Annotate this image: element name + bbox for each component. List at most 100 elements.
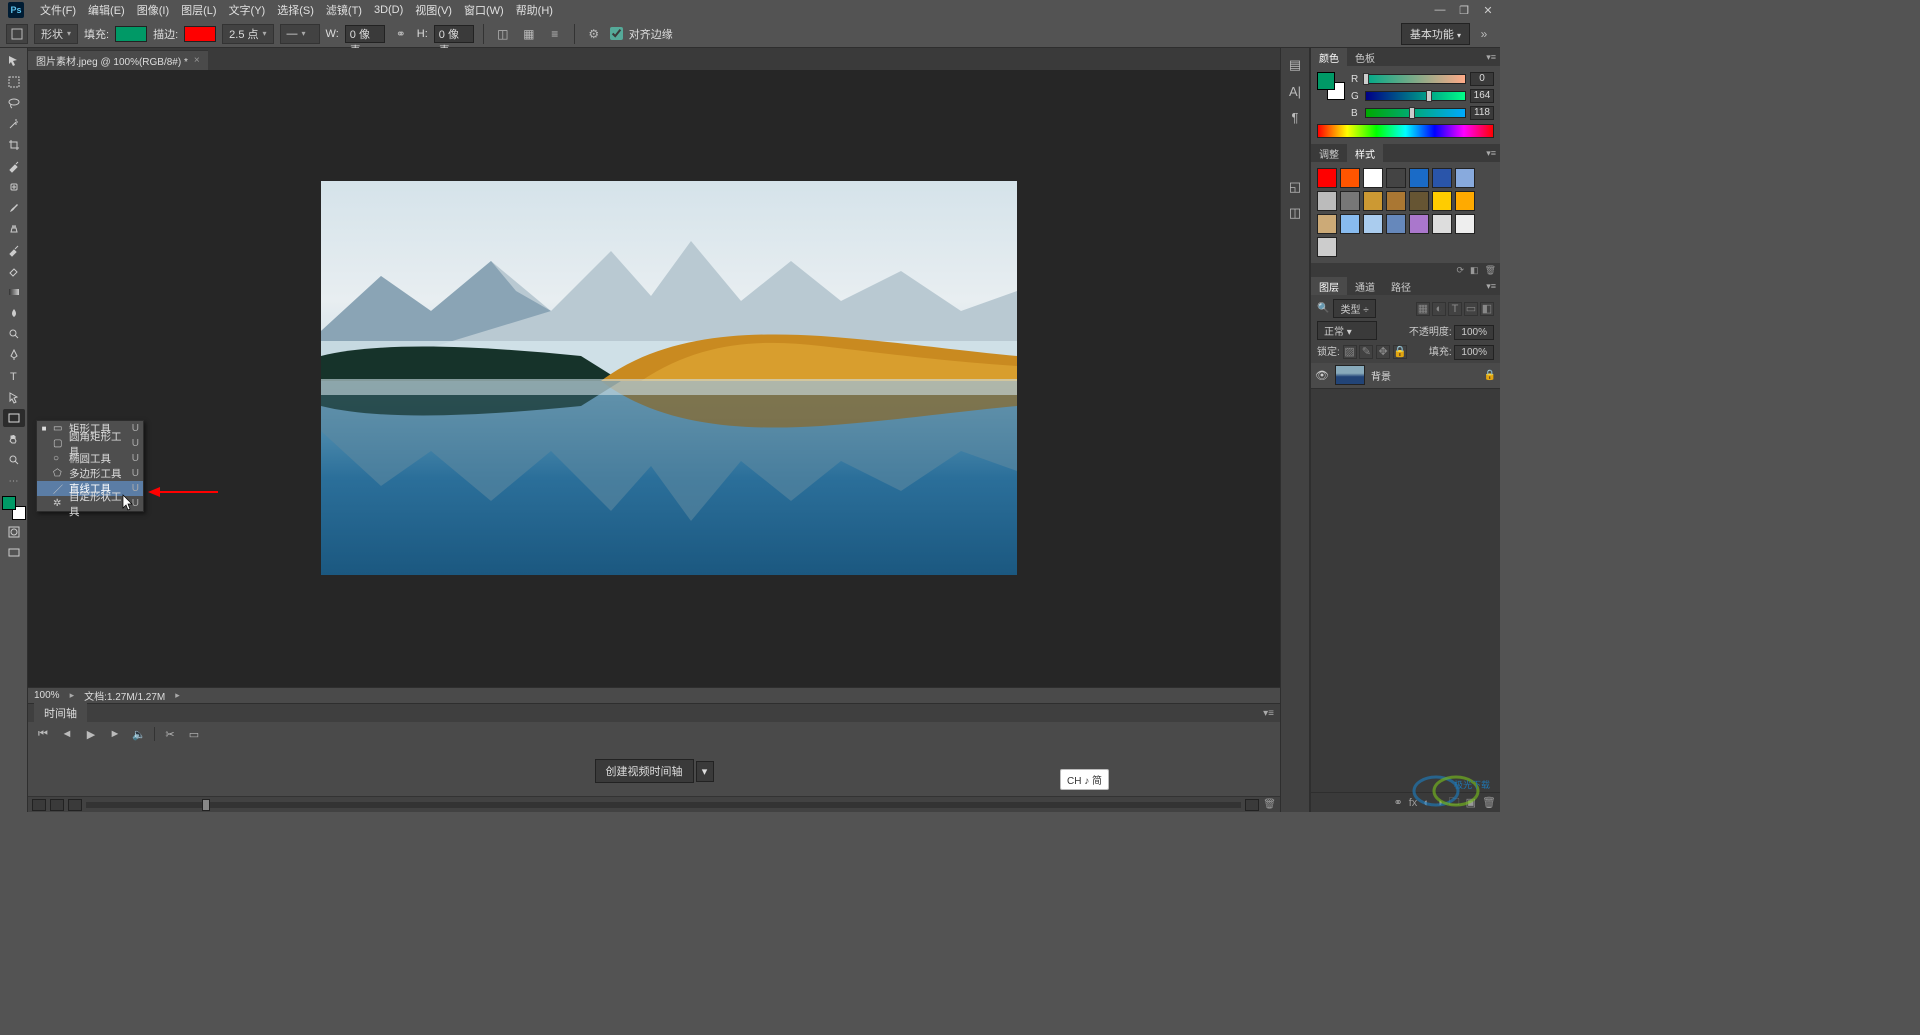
blend-mode-dropdown[interactable]: 正常 ▾ — [1317, 321, 1377, 340]
style-swatch[interactable] — [1455, 168, 1475, 188]
history-panel-icon[interactable]: ▤ — [1284, 54, 1306, 76]
style-swatch[interactable] — [1317, 237, 1337, 257]
menu-select[interactable]: 选择(S) — [271, 0, 320, 20]
move-tool[interactable] — [3, 52, 25, 70]
link-layers-icon[interactable]: ⚭ — [1394, 796, 1403, 809]
zoom-arrow-icon[interactable]: ▸ — [70, 690, 75, 701]
gear-icon[interactable]: ⚙ — [584, 25, 604, 43]
tab-paths[interactable]: 路径 — [1383, 277, 1419, 296]
flyout-rounded-rectangle-tool[interactable]: ▢ 圆角矩形工具 U — [37, 436, 143, 451]
width-input[interactable]: 0 像素 — [345, 25, 385, 43]
gradient-tool[interactable] — [3, 283, 25, 301]
filter-pixel-icon[interactable]: ▦ — [1416, 302, 1430, 316]
marquee-tool[interactable] — [3, 73, 25, 91]
style-swatch[interactable] — [1409, 168, 1429, 188]
menu-image[interactable]: 图像(I) — [131, 0, 175, 20]
menu-3d[interactable]: 3D(D) — [368, 2, 409, 18]
r-slider[interactable] — [1365, 74, 1466, 84]
tab-layers[interactable]: 图层 — [1311, 277, 1347, 296]
crop-tool[interactable] — [3, 136, 25, 154]
timeline-zoom-slider[interactable] — [86, 802, 1241, 808]
filter-type-icon[interactable]: T — [1448, 302, 1462, 316]
timeline-tab[interactable]: 时间轴 — [34, 703, 87, 723]
style-swatch[interactable] — [1317, 191, 1337, 211]
path-align-icon[interactable]: ▦ — [519, 25, 539, 43]
timeline-trash-icon[interactable]: 🗑 — [1263, 799, 1276, 810]
brush-panel-icon[interactable]: ◱ — [1284, 176, 1306, 198]
color-spectrum[interactable] — [1317, 124, 1494, 138]
quickmask-toggle[interactable] — [3, 523, 25, 541]
style-swatch[interactable] — [1386, 168, 1406, 188]
menu-layer[interactable]: 图层(L) — [175, 0, 222, 20]
timeline-footer-btn[interactable] — [32, 799, 46, 811]
collapse-panels-icon[interactable]: » — [1474, 25, 1494, 43]
paragraph-panel-icon[interactable]: ¶ — [1284, 106, 1306, 128]
panel-icon[interactable]: ◧ — [1470, 265, 1479, 276]
style-swatch[interactable] — [1455, 191, 1475, 211]
align-edges-checkbox[interactable] — [610, 27, 623, 40]
g-value[interactable]: 164 — [1470, 89, 1494, 103]
blur-tool[interactable] — [3, 304, 25, 322]
panel-icon[interactable]: 🗑 — [1485, 265, 1496, 276]
rectangle-tool[interactable] — [3, 409, 25, 427]
menu-help[interactable]: 帮助(H) — [510, 0, 559, 20]
document-tab[interactable]: 图片素材.jpeg @ 100%(RGB/8#) * × — [28, 50, 208, 70]
b-slider[interactable] — [1365, 108, 1466, 118]
flyout-polygon-tool[interactable]: ⬠ 多边形工具 U — [37, 466, 143, 481]
stroke-style-dropdown[interactable]: — — [280, 24, 320, 44]
type-tool[interactable]: T — [3, 367, 25, 385]
style-swatch[interactable] — [1340, 214, 1360, 234]
style-swatch[interactable] — [1363, 168, 1383, 188]
style-swatch[interactable] — [1432, 214, 1452, 234]
restore-button[interactable]: ❐ — [1452, 2, 1476, 18]
zoom-tool[interactable] — [3, 451, 25, 469]
path-selection-tool[interactable] — [3, 388, 25, 406]
minimize-button[interactable]: — — [1428, 2, 1452, 18]
visibility-toggle-icon[interactable]: 👁 — [1315, 369, 1329, 382]
shape-mode-dropdown[interactable]: 形状 — [34, 24, 78, 44]
style-swatch[interactable] — [1455, 214, 1475, 234]
menu-view[interactable]: 视图(V) — [409, 0, 458, 20]
hand-tool[interactable] — [3, 430, 25, 448]
filter-shape-icon[interactable]: ▭ — [1464, 302, 1478, 316]
opacity-input[interactable]: 100% — [1454, 325, 1494, 340]
menu-filter[interactable]: 滤镜(T) — [320, 0, 368, 20]
filter-smart-icon[interactable]: ◧ — [1480, 302, 1494, 316]
close-tab-icon[interactable]: × — [194, 55, 200, 66]
tab-color[interactable]: 颜色 — [1311, 48, 1347, 67]
menu-type[interactable]: 文字(Y) — [223, 0, 272, 20]
layer-filter-kind[interactable]: 类型 ÷ — [1333, 299, 1375, 318]
zoom-level[interactable]: 100% — [34, 690, 60, 701]
screenmode-toggle[interactable] — [3, 544, 25, 562]
stroke-width-dropdown[interactable]: 2.5 点 — [222, 24, 273, 44]
lasso-tool[interactable] — [3, 94, 25, 112]
style-swatch[interactable] — [1409, 214, 1429, 234]
brush-presets-panel-icon[interactable]: ◫ — [1284, 202, 1306, 224]
tab-adjustments[interactable]: 调整 — [1311, 144, 1347, 163]
timeline-prev-frame-icon[interactable]: ◄ — [58, 726, 76, 742]
panel-menu-icon[interactable]: ▾≡ — [1486, 148, 1500, 159]
create-video-timeline-button[interactable]: 创建视频时间轴 — [595, 759, 694, 783]
height-input[interactable]: 0 像素 — [434, 25, 474, 43]
path-arrange-icon[interactable]: ≡ — [545, 25, 565, 43]
menu-file[interactable]: 文件(F) — [34, 0, 82, 20]
dodge-tool[interactable] — [3, 325, 25, 343]
timeline-audio-icon[interactable]: 🔈 — [130, 726, 148, 742]
history-brush-tool[interactable] — [3, 241, 25, 259]
layer-name[interactable]: 背景 — [1371, 368, 1478, 383]
panel-menu-icon[interactable]: ▾≡ — [1486, 52, 1500, 63]
style-swatch[interactable] — [1340, 191, 1360, 211]
magic-wand-tool[interactable] — [3, 115, 25, 133]
character-panel-icon[interactable]: A| — [1284, 80, 1306, 102]
g-slider[interactable] — [1365, 91, 1466, 101]
canvas[interactable] — [28, 70, 1280, 687]
flyout-custom-shape-tool[interactable]: ✲ 自定形状工具 U — [37, 496, 143, 511]
style-swatch[interactable] — [1432, 191, 1452, 211]
menu-window[interactable]: 窗口(W) — [458, 0, 510, 20]
panel-menu-icon[interactable]: ▾≡ — [1486, 281, 1500, 292]
menu-edit[interactable]: 编辑(E) — [82, 0, 131, 20]
color-panel-fgbg[interactable] — [1317, 72, 1345, 100]
layer-thumbnail[interactable] — [1335, 365, 1365, 385]
lock-transp-icon[interactable]: ▨ — [1343, 345, 1357, 359]
style-swatch[interactable] — [1386, 214, 1406, 234]
